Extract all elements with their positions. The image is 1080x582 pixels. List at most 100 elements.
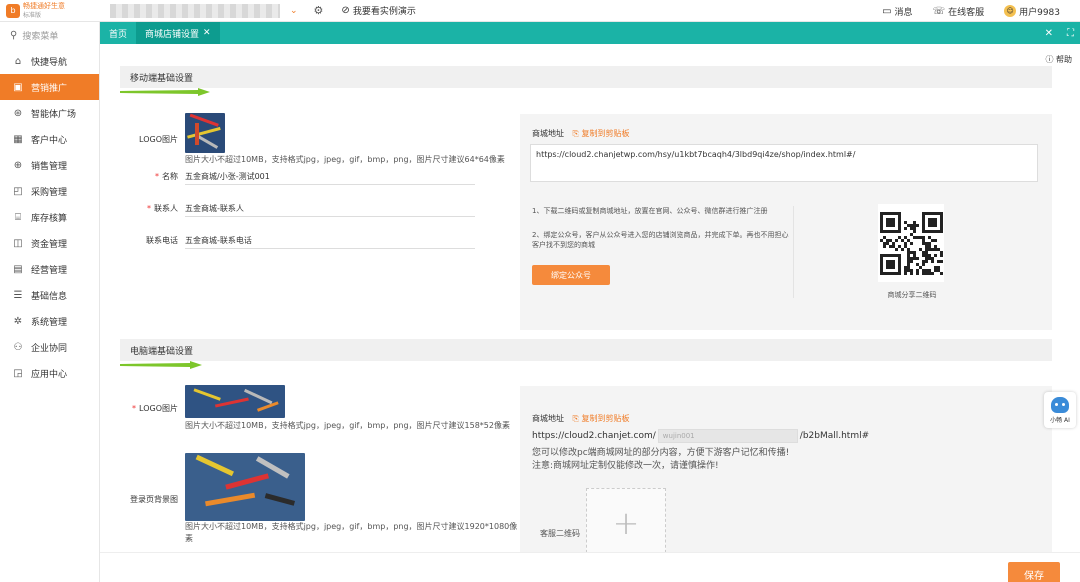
sidebar-item-label: 企业协同 [31,343,68,354]
message-icon: ▭ [882,5,892,17]
headset-icon: ☏ [932,5,946,17]
sidebar-item-12[interactable]: ⚇ 企业协同 [0,334,99,360]
chevron-down-icon[interactable]: ⌄ [290,6,298,16]
list-icon: ☰ [13,289,23,301]
sidebar-item-13[interactable]: ◲ 应用中心 [0,360,99,386]
bind-official-account-button[interactable]: 绑定公众号 [532,265,610,285]
search-icon: ⚲ [10,29,18,41]
mobile-section-title: 移动端基础设置 [120,66,1052,88]
mobile-copy-button[interactable]: ⎘ 复制到剪贴板 [573,129,630,138]
menu-search[interactable]: ⚲ 搜索菜单 [0,22,99,48]
sidebar-item-label: 营销推广 [31,83,68,94]
mobile-qr-label: 商城分享二维码 [887,291,937,299]
mobile-mall-url[interactable]: https://cloud2.chanjetwp.com/hsy/u1kbt7b… [530,144,1038,182]
service-qr-upload[interactable]: + [586,488,666,558]
demo-button[interactable]: ⊘ 我要看实例演示 [341,4,415,17]
clipboard-icon: ▤ [13,263,23,275]
sidebar-item-label: 采购管理 [31,187,68,198]
avatar: ☺ [1004,5,1017,17]
calendar-icon: ▦ [13,133,23,145]
sidebar: ⚲ 搜索菜单 ⌂ 快捷导航 ▣ 营销推广 ⊛ 智能体广场 ▦ 客户中心 ⊕ 销售管理 ◰ 采购管理 ⌸ 库… [0,22,100,582]
pc-url-suffix: /b2bMall.html# [799,431,870,441]
settings-icon: ✲ [13,315,23,327]
menu-search-placeholder: 搜索菜单 [22,31,59,42]
divider [185,184,475,185]
mobile-mall-address-row: 商城地址 ⎘ 复制到剪贴板 [532,129,630,138]
pc-logo-image[interactable] [185,385,285,418]
tab-mall-settings[interactable]: 商城店铺设置 ✕ [136,22,220,44]
online-service-button[interactable]: ☏ 在线客服 [933,5,985,18]
mobile-share-qr[interactable] [878,204,944,282]
save-button[interactable]: 保存 [1008,562,1060,582]
main-content: ⓘ 帮助 移动端基础设置 LOGO图片 图片大小不超过10MB，支持格式jpg，… [100,44,1080,582]
sidebar-item-label: 资金管理 [31,239,68,250]
sidebar-item-label: 智能体广场 [31,109,77,120]
sidebar-item-label: 快捷导航 [31,57,68,68]
pc-bg-label: 登录页背景图 [130,495,178,504]
sidebar-item-label: 基础信息 [31,291,68,302]
pc-section-title: 电脑端基础设置 [120,339,1052,361]
mobile-phone-field[interactable]: 五金商城-联系电话 [185,235,252,246]
app-logo[interactable]: b 畅捷通好生意 标准版 [0,0,100,22]
pc-note-1: 您可以修改pc端商城网址的部分内容，方便下游客户记忆和传播! [532,448,790,458]
bottom-bar: 保存 [100,552,1080,582]
company-selector[interactable] [110,3,280,18]
logo-text: 畅捷通好生意 [23,2,65,10]
help-link[interactable]: ⓘ 帮助 [1045,54,1072,65]
sidebar-item-10[interactable]: ☰ 基础信息 [0,282,99,308]
network-icon: ⚇ [13,341,23,353]
sidebar-item-11[interactable]: ✲ 系统管理 [0,308,99,334]
fullscreen-icon[interactable]: ⛶ [1067,28,1074,39]
tab-home[interactable]: 首页 [100,22,136,44]
close-icon[interactable]: ✕ [203,28,211,38]
pc-copy-button[interactable]: ⎘ 复制到剪贴板 [573,414,630,423]
ai-assistant-button[interactable]: 小畅 AI [1044,392,1076,428]
top-bar: b 畅捷通好生意 标准版 ⌄ ⚙ ⊘ 我要看实例演示 ▭ 消息 ☏ 在线客服 ☺… [0,0,1080,22]
copy-icon: ⎘ [572,129,582,138]
plus-icon: + [612,504,640,542]
sidebar-item-label: 应用中心 [31,369,68,380]
sidebar-item-7[interactable]: ⌸ 库存核算 [0,204,99,230]
pc-note-2: 注意:商城网址定制仅能修改一次，请谨慎操作! [532,461,719,471]
pc-bg-image[interactable] [185,453,305,521]
mobile-name-label: * 名称 [155,172,178,181]
wallet-icon: ◫ [13,237,23,249]
sidebar-item-9[interactable]: ▤ 经营管理 [0,256,99,282]
close-all-icon[interactable]: ✕ [1045,28,1053,39]
user-menu[interactable]: ☺ 用户9983 [1004,5,1060,18]
sidebar-item-4[interactable]: ▦ 客户中心 [0,126,99,152]
divider [185,248,475,249]
sidebar-item-1[interactable]: ⌂ 快捷导航 [0,48,99,74]
sidebar-item-label: 库存核算 [31,213,68,224]
messages-button[interactable]: ▭ 消息 [882,5,912,18]
gear-icon[interactable]: ⚙ [314,4,324,17]
warehouse-icon: ⌸ [15,211,21,223]
bag-icon: ◰ [13,185,23,197]
logo-edition: 标准版 [23,12,42,19]
messages-label: 消息 [894,7,913,18]
service-qr-label: 客服二维码 [540,529,580,538]
pc-mall-panel: 商城地址 ⎘ 复制到剪贴板 https://cloud2.chanjet.com… [520,386,1052,558]
sidebar-item-5[interactable]: ⊕ 销售管理 [0,152,99,178]
pc-bg-hint-1: 图片大小不超过10MB，支持格式jpg，jpeg，gif，bmp，png，图片尺… [185,522,518,531]
demo-label: 我要看实例演示 [352,7,416,17]
mobile-contact-field[interactable]: 五金商城-联系人 [185,203,244,214]
mobile-contact-label: * 联系人 [147,204,178,213]
sidebar-item-8[interactable]: ◫ 资金管理 [0,230,99,256]
sidebar-item-label: 客户中心 [31,135,68,146]
pc-logo-label: * LOGO图片 [132,404,178,413]
pc-url-input[interactable]: wujin001 [657,429,798,443]
mobile-logo-label: LOGO图片 [139,135,178,144]
qr-code-icon [880,212,943,275]
pc-mall-url-row: https://cloud2.chanjet.com/ wujin001 /b2… [532,429,869,443]
copy-icon: ⎘ [572,414,582,423]
mobile-logo-hint: 图片大小不超过10MB，支持格式jpg，jpeg，gif，bmp，png，图片尺… [185,155,505,164]
robot-icon [1051,396,1069,413]
sidebar-item-3[interactable]: ⊛ 智能体广场 [0,100,99,126]
pc-mall-address-row: 商城地址 ⎘ 复制到剪贴板 [532,414,630,423]
mobile-name-field[interactable]: 五金商城/小张-测试001 [185,171,270,182]
sidebar-item-6[interactable]: ◰ 采购管理 [0,178,99,204]
sidebar-item-label: 销售管理 [31,161,68,172]
sidebar-item-2[interactable]: ▣ 营销推广 [0,74,99,100]
mobile-logo-image[interactable] [185,113,225,153]
